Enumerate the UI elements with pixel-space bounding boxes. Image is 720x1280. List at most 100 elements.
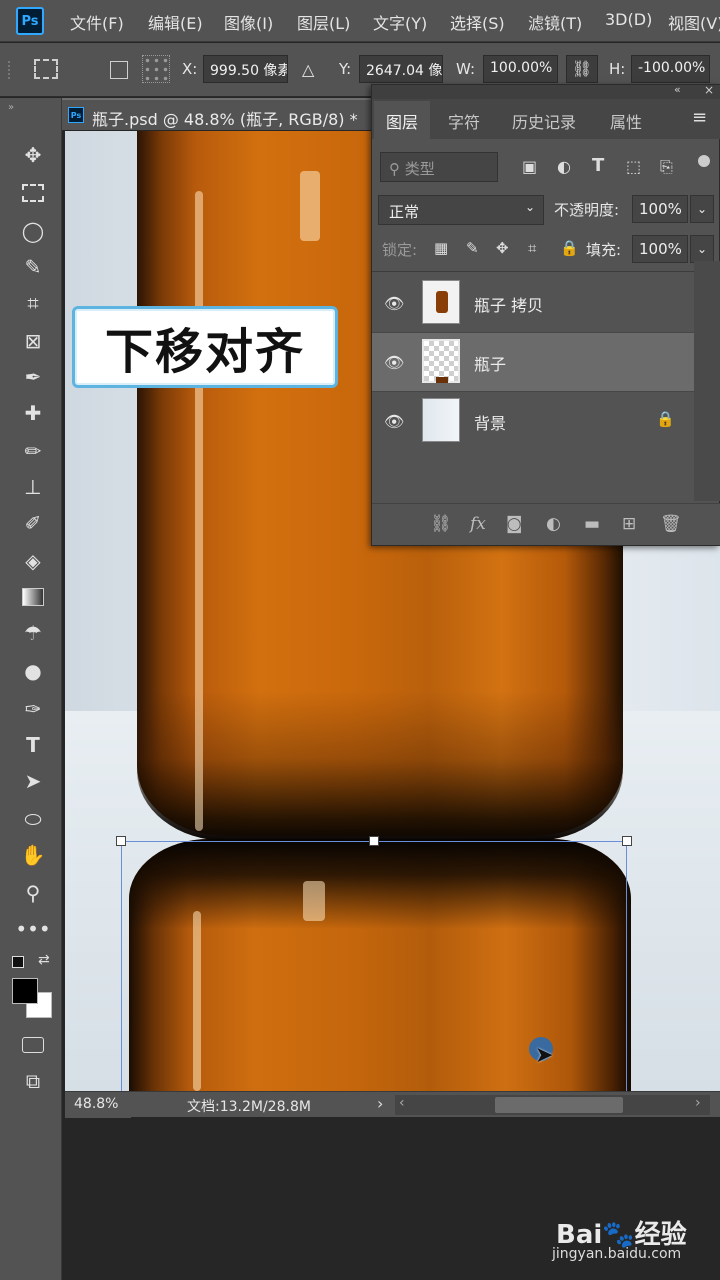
- crop-tool-icon[interactable]: ⌗: [16, 288, 50, 318]
- blur-tool-icon[interactable]: ☂: [16, 618, 50, 648]
- opacity-dropdown-icon[interactable]: ⌄: [690, 195, 714, 223]
- zoom-field[interactable]: 48.8%: [65, 1092, 131, 1118]
- menu-file[interactable]: 文件(F): [70, 10, 124, 34]
- close-panel-icon[interactable]: ×: [704, 83, 714, 97]
- brush-tool-icon[interactable]: ✏: [16, 436, 50, 466]
- fill-field[interactable]: 100%: [632, 235, 688, 263]
- more-tools-icon[interactable]: •••: [15, 914, 50, 944]
- reference-point-checkbox[interactable]: [110, 61, 128, 79]
- collapse-tools-icon[interactable]: »: [8, 102, 14, 113]
- zoom-tool-icon[interactable]: ⚲: [16, 878, 50, 908]
- lock-artboard-icon[interactable]: ⌗: [528, 239, 536, 257]
- layer-name[interactable]: 背景: [474, 410, 506, 434]
- opacity-field[interactable]: 100%: [632, 195, 688, 223]
- visibility-eye-icon[interactable]: 👁: [384, 353, 404, 372]
- clone-stamp-icon[interactable]: ⊥: [16, 472, 50, 502]
- type-tool-icon[interactable]: T: [16, 730, 50, 760]
- transform-tool-icon[interactable]: [34, 59, 58, 79]
- blend-mode-select[interactable]: 正常 ⌄: [378, 195, 544, 225]
- layers-scrollbar[interactable]: [694, 261, 720, 501]
- reference-point-grid-icon[interactable]: [142, 55, 170, 83]
- menu-select[interactable]: 选择(S): [450, 10, 505, 34]
- trash-icon[interactable]: 🗑: [660, 514, 682, 534]
- visibility-eye-icon[interactable]: 👁: [384, 294, 404, 313]
- tab-character[interactable]: 字符: [436, 101, 492, 139]
- layer-row-selected[interactable]: 👁 瓶子: [372, 333, 694, 391]
- magic-wand-icon[interactable]: ✎: [16, 252, 50, 282]
- menu-3d[interactable]: 3D(D): [605, 10, 652, 29]
- layer-filter-select[interactable]: ⚲ 类型: [380, 152, 498, 182]
- h-field[interactable]: -100.00%: [631, 55, 710, 83]
- scrollbar-thumb[interactable]: [495, 1097, 623, 1113]
- filter-toggle-icon[interactable]: [698, 155, 710, 167]
- menu-layer[interactable]: 图层(L): [297, 10, 350, 34]
- x-label: X:: [182, 60, 198, 78]
- new-layer-icon[interactable]: ⊞: [622, 514, 636, 534]
- lock-transparent-icon[interactable]: ▦: [434, 239, 448, 257]
- transform-handle-top-right[interactable]: [622, 836, 632, 846]
- eyedropper-icon[interactable]: ✒: [16, 362, 50, 392]
- delta-icon[interactable]: △: [302, 60, 314, 79]
- quick-mask-icon[interactable]: [16, 1030, 50, 1060]
- x-field[interactable]: 999.50 像素: [203, 55, 288, 83]
- filter-shape-icon[interactable]: ⬚: [626, 157, 641, 176]
- gradient-tool-icon[interactable]: [16, 582, 50, 612]
- filter-smart-object-icon[interactable]: ⎘: [660, 157, 673, 177]
- fill-dropdown-icon[interactable]: ⌄: [690, 235, 714, 263]
- tab-properties[interactable]: 属性: [598, 101, 654, 139]
- lasso-tool-icon[interactable]: ◯: [16, 216, 50, 246]
- visibility-eye-icon[interactable]: 👁: [384, 412, 404, 431]
- link-proportions-icon[interactable]: ⛓: [566, 55, 598, 83]
- w-field[interactable]: 100.00%: [483, 55, 558, 83]
- mask-icon[interactable]: ◙: [506, 514, 523, 534]
- layer-name[interactable]: 瓶子: [474, 351, 506, 375]
- pen-tool-icon[interactable]: ✑: [16, 694, 50, 724]
- document-tab[interactable]: Ps 瓶子.psd @ 48.8% (瓶子, RGB/8) *: [62, 98, 372, 130]
- scroll-right-icon[interactable]: ›: [695, 1095, 701, 1111]
- layer-row[interactable]: 👁 瓶子 拷贝: [372, 274, 694, 332]
- layer-name[interactable]: 瓶子 拷贝: [474, 292, 543, 316]
- lock-position-icon[interactable]: ✥: [496, 239, 509, 257]
- document-size-info[interactable]: 文档:13.2M/28.8M: [187, 1096, 311, 1116]
- foreground-color-swatch[interactable]: [12, 978, 38, 1004]
- filter-adjustment-icon[interactable]: ◐: [557, 157, 571, 176]
- adjustment-icon[interactable]: ◐: [546, 514, 561, 534]
- move-tool-icon[interactable]: ✥: [16, 140, 50, 170]
- lock-image-icon[interactable]: ✎: [466, 239, 479, 257]
- transform-handle-top-left[interactable]: [116, 836, 126, 846]
- lock-all-icon[interactable]: 🔒: [560, 239, 579, 257]
- marquee-tool-icon[interactable]: [16, 178, 50, 208]
- hand-tool-icon[interactable]: ✋: [16, 840, 50, 870]
- healing-brush-icon[interactable]: ✚: [16, 398, 50, 428]
- swap-colors-icon[interactable]: ⇄: [38, 952, 50, 968]
- ellipse-tool-icon[interactable]: ⬭: [16, 804, 50, 834]
- horizontal-scrollbar[interactable]: ‹ ›: [395, 1095, 710, 1115]
- menu-view[interactable]: 视图(V): [668, 10, 720, 34]
- tab-history[interactable]: 历史记录: [500, 101, 588, 139]
- dodge-tool-icon[interactable]: ●: [16, 656, 50, 686]
- menu-image[interactable]: 图像(I): [224, 10, 273, 34]
- menu-type[interactable]: 文字(Y): [373, 10, 427, 34]
- y-field[interactable]: 2647.04 像素: [359, 55, 443, 83]
- link-icon[interactable]: ⛓: [430, 514, 452, 534]
- transform-handle-top-center[interactable]: [369, 836, 379, 846]
- folder-icon[interactable]: ▬: [584, 514, 600, 534]
- grip-handle[interactable]: [8, 61, 14, 79]
- fx-icon[interactable]: fx: [470, 514, 486, 534]
- default-colors-icon[interactable]: [12, 956, 24, 968]
- menu-filter[interactable]: 滤镜(T): [528, 10, 582, 34]
- collapse-panel-icon[interactable]: «: [674, 83, 681, 96]
- layer-row[interactable]: 👁 背景 🔒: [372, 392, 694, 450]
- menu-edit[interactable]: 编辑(E): [148, 10, 203, 34]
- eraser-icon[interactable]: ◈: [16, 546, 50, 576]
- filter-type-icon[interactable]: T: [592, 155, 604, 176]
- status-menu-arrow-icon[interactable]: ›: [377, 1094, 383, 1113]
- tab-layers[interactable]: 图层: [374, 101, 431, 139]
- history-brush-icon[interactable]: ✐: [16, 508, 50, 538]
- frame-tool-icon[interactable]: ⊠: [16, 326, 50, 356]
- path-selection-icon[interactable]: ➤: [16, 766, 50, 796]
- scroll-left-icon[interactable]: ‹: [399, 1095, 405, 1111]
- panel-menu-icon[interactable]: ≡: [692, 107, 707, 128]
- filter-pixel-icon[interactable]: ▣: [522, 157, 537, 176]
- screen-mode-icon[interactable]: ⧉: [16, 1066, 50, 1096]
